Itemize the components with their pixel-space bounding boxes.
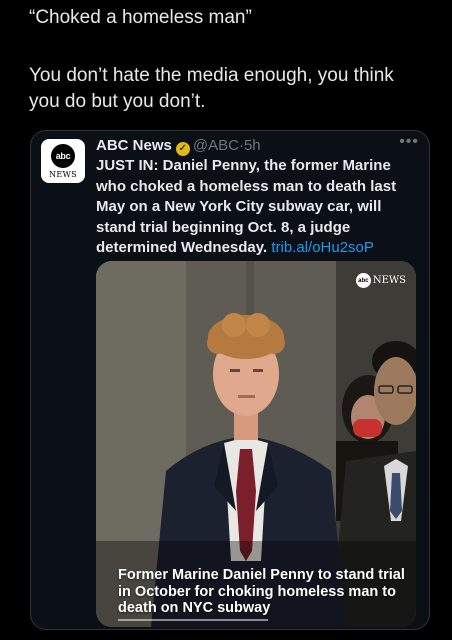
media-caption: Former Marine Daniel Penny to stand tria… bbox=[118, 567, 405, 616]
more-options-icon[interactable]: ••• bbox=[399, 133, 419, 151]
tweet-link[interactable]: trib.al/oHu2soP bbox=[271, 239, 374, 256]
tweet-body: JUST IN: Daniel Penny, the former Marine… bbox=[96, 156, 416, 259]
quoted-phrase: “Choked a homeless man” bbox=[29, 7, 252, 28]
abc-news-avatar[interactable]: abc NEWS bbox=[41, 139, 85, 183]
tweet-comment: You don’t hate the media enough, you thi… bbox=[29, 65, 394, 112]
caption-divider bbox=[118, 619, 268, 621]
tweet-timestamp[interactable]: 5h bbox=[244, 137, 261, 154]
avatar-news-label: NEWS bbox=[49, 169, 77, 179]
tweet-header: ABC News ✓ @ABC·5h bbox=[96, 136, 261, 156]
embedded-tweet-card[interactable]: abc NEWS ABC News ✓ @ABC·5h ••• JUST IN: D… bbox=[30, 130, 430, 630]
tweet-screenshot: “Choked a homeless man” You don’t hate t… bbox=[0, 0, 452, 640]
verified-badge-icon: ✓ bbox=[175, 142, 190, 156]
media-news-label: NEWS bbox=[372, 275, 406, 286]
media-abc-news-logo: abc NEWS bbox=[355, 273, 406, 288]
abc-logo-icon: abc bbox=[51, 143, 75, 168]
tweet-media-image[interactable]: abc NEWS Former Marine Daniel Penny to s… bbox=[96, 261, 416, 627]
author-handle[interactable]: @ABC bbox=[193, 137, 239, 154]
media-abc-logo-icon: abc bbox=[355, 273, 371, 288]
author-name[interactable]: ABC News bbox=[96, 137, 172, 154]
